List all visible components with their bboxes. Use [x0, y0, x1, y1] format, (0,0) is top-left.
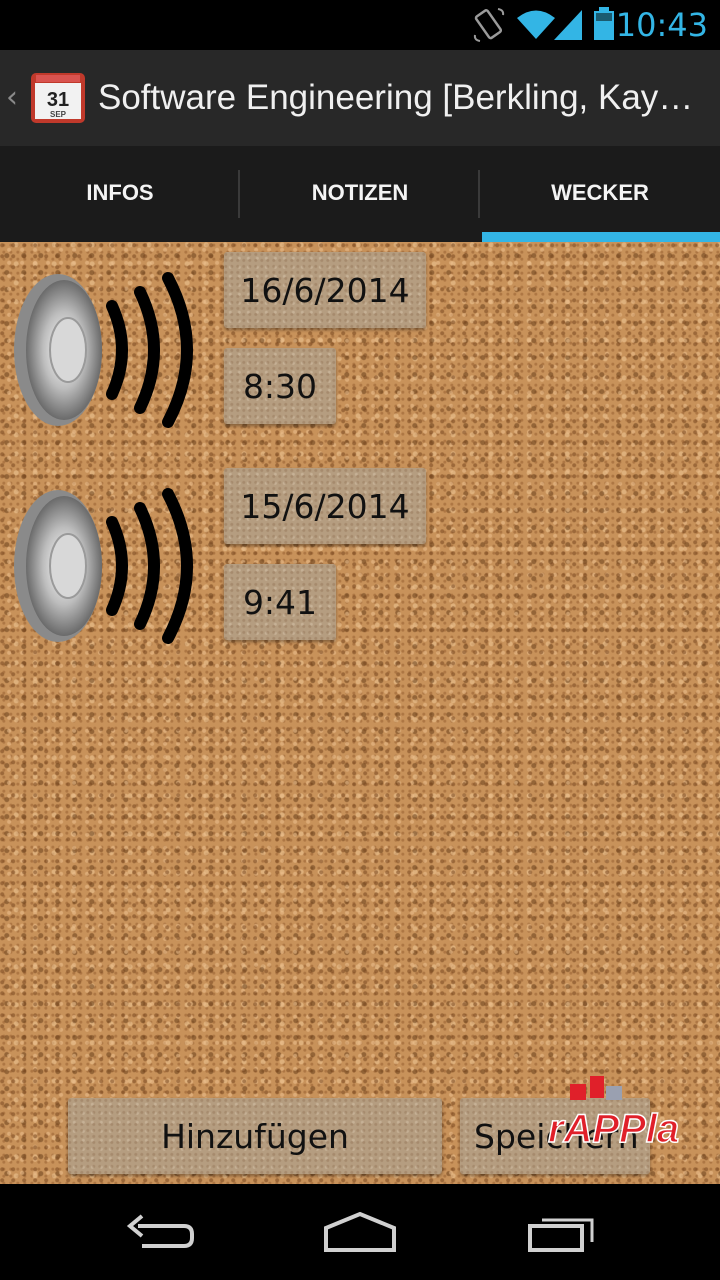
tab-label: NOTIZEN	[311, 180, 409, 205]
calendar-icon[interactable]: 31 SEP	[30, 70, 86, 124]
alarm-time-button[interactable]: 9:41	[224, 564, 336, 640]
signal-icon	[552, 8, 584, 47]
navigation-bar	[0, 1184, 720, 1280]
recent-apps-icon[interactable]	[526, 1212, 598, 1257]
rotate-icon	[472, 7, 506, 48]
status-bar: 10:43	[0, 0, 720, 50]
tab-label: WECKER	[551, 180, 649, 205]
alarm-date-button[interactable]: 15/6/2014	[224, 468, 426, 544]
page-title: Software Engineering [Berkling, Kay…	[98, 78, 694, 117]
tab-infos[interactable]: INFOS	[0, 146, 240, 242]
calendar-day: 31	[47, 89, 69, 111]
tab-wecker[interactable]: WECKER	[480, 146, 720, 242]
tab-label: INFOS	[86, 180, 154, 205]
back-icon[interactable]	[124, 1212, 196, 1257]
speaker-icon[interactable]	[8, 270, 208, 430]
battery-icon	[592, 7, 616, 46]
speaker-icon[interactable]	[8, 486, 208, 646]
alarm-time-button[interactable]: 8:30	[224, 348, 336, 424]
action-bar: ‹ 31 SEP Software Engineering [Berkling,…	[0, 50, 720, 146]
wifi-icon	[516, 9, 556, 46]
logo-text: rAPPla	[548, 1107, 679, 1151]
alarm-date-button[interactable]: 16/6/2014	[224, 252, 426, 328]
tab-notizen[interactable]: NOTIZEN	[240, 146, 480, 242]
rappla-logo: rAPPla	[540, 1072, 710, 1156]
clock: 10:43	[615, 6, 708, 44]
up-navigation-icon[interactable]: ‹	[6, 80, 18, 115]
alarm-list: 16/6/2014 8:30 15/6/2014 9:41 Hinzufügen…	[0, 242, 720, 1184]
active-tab-indicator	[482, 232, 720, 242]
tab-bar: INFOS NOTIZEN WECKER	[0, 146, 720, 242]
add-button[interactable]: Hinzufügen	[68, 1098, 442, 1174]
calendar-month: SEP	[50, 110, 67, 119]
home-icon[interactable]	[322, 1211, 398, 1257]
